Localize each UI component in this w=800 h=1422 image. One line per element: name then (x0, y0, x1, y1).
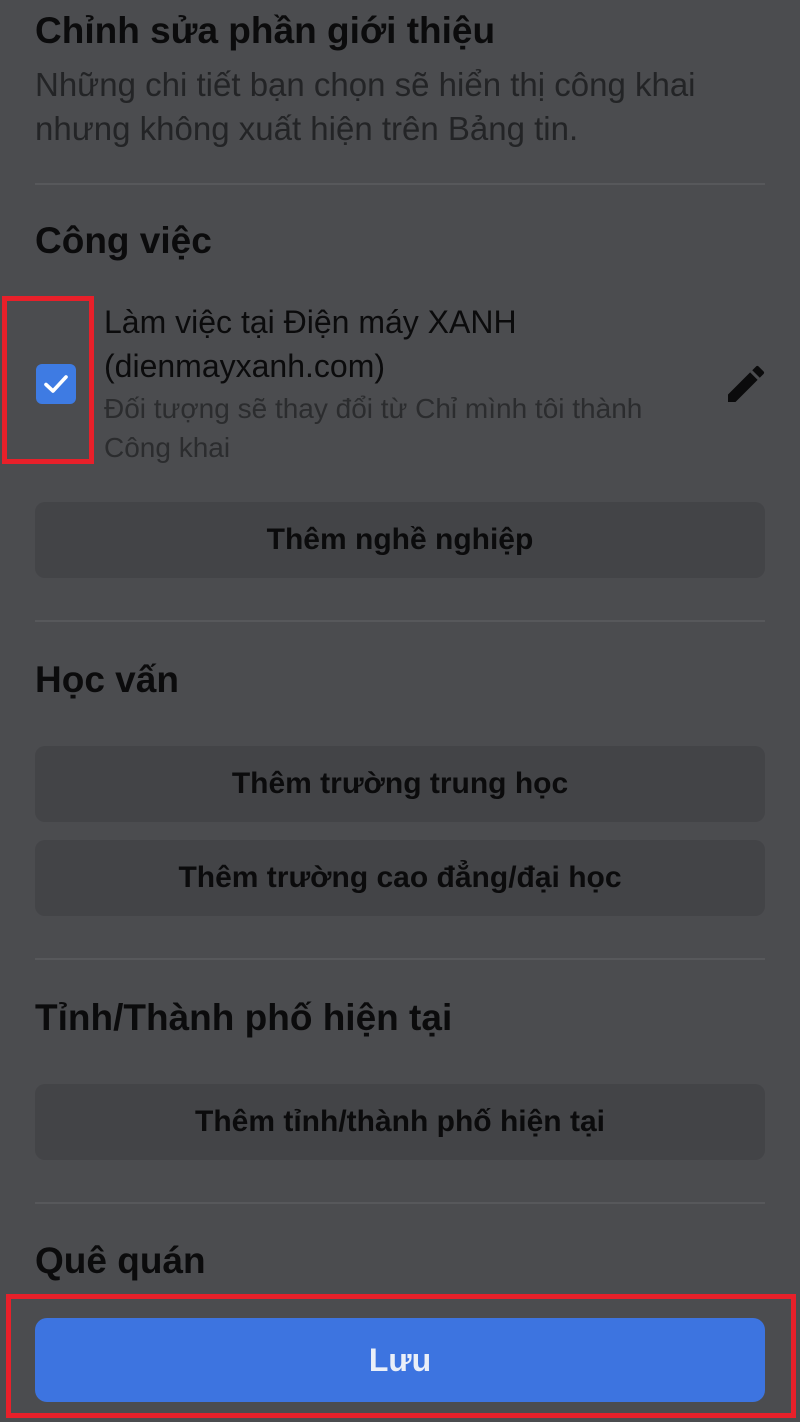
current-city-section-title: Tỉnh/Thành phố hiện tại (35, 997, 453, 1038)
work-checkbox[interactable] (36, 364, 76, 404)
work-item-title: Làm việc tại Điện máy XANH (dienmayxanh.… (104, 304, 517, 384)
check-icon (44, 375, 68, 393)
pencil-icon[interactable] (722, 360, 770, 408)
divider (35, 620, 765, 622)
add-job-button[interactable]: Thêm nghề nghiệp (35, 502, 765, 578)
edit-intro-screen: Chỉnh sửa phần giới thiệu Những chi tiết… (0, 0, 800, 1422)
education-section-title: Học vấn (35, 659, 179, 700)
page-subtitle: Những chi tiết bạn chọn sẽ hiển thị công… (35, 66, 696, 147)
divider (35, 958, 765, 960)
page-title: Chỉnh sửa phần giới thiệu (35, 10, 496, 51)
work-item-audience-note: Đối tượng sẽ thay đổi từ Chỉ mình tôi th… (104, 393, 643, 463)
add-current-city-button[interactable]: Thêm tỉnh/thành phố hiện tại (35, 1084, 765, 1160)
divider (35, 183, 765, 185)
work-section-title: Công việc (35, 220, 212, 261)
divider (35, 1202, 765, 1204)
add-college-button[interactable]: Thêm trường cao đẳng/đại học (35, 840, 765, 916)
add-high-school-button[interactable]: Thêm trường trung học (35, 746, 765, 822)
hometown-section-title: Quê quán (35, 1240, 206, 1281)
save-button[interactable]: Lưu (35, 1318, 765, 1402)
